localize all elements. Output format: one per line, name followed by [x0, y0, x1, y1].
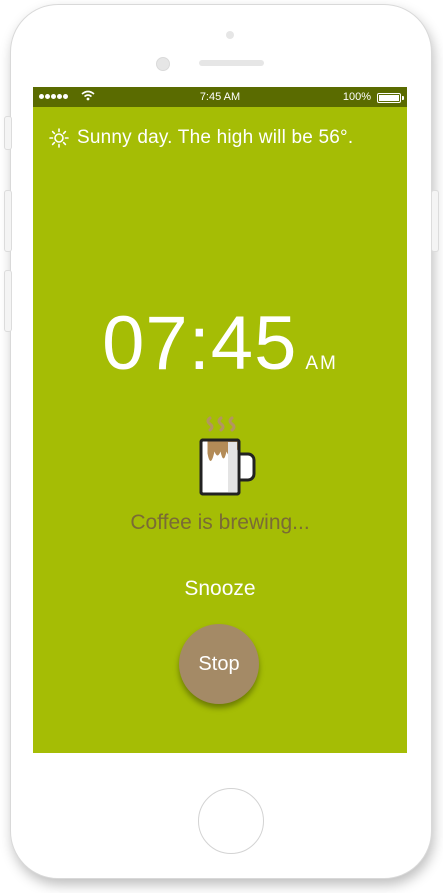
- front-sensor: [226, 31, 234, 39]
- coffee-mug-icon: [196, 412, 258, 503]
- alarm-time: 07:45: [102, 301, 298, 386]
- home-button[interactable]: [198, 788, 264, 854]
- battery-icon: [377, 93, 401, 103]
- alarm-screen: 7:45 AM 100% Sunny day. The high will be…: [33, 87, 407, 753]
- stop-button-label: Stop: [198, 652, 240, 675]
- weather-text: Sunny day. The high will be 56°.: [77, 127, 354, 148]
- volume-up-button: [4, 190, 12, 252]
- battery-percentage: 100%: [342, 91, 371, 103]
- weather-forecast: Sunny day. The high will be 56°.: [49, 127, 353, 149]
- alarm-period: AM: [305, 353, 338, 374]
- earpiece-speaker: [199, 60, 264, 66]
- brewing-status: Coffee is brewing...: [130, 511, 310, 534]
- status-bar: 7:45 AM 100%: [33, 87, 407, 107]
- front-camera: [156, 57, 170, 71]
- sun-icon: [49, 128, 69, 148]
- mute-switch: [4, 116, 12, 150]
- volume-down-button: [4, 270, 12, 332]
- alarm-clock: 07:45 AM: [33, 300, 407, 387]
- stop-button[interactable]: Stop: [179, 624, 259, 704]
- battery-cap: [402, 96, 404, 100]
- power-button: [431, 190, 439, 252]
- snooze-button[interactable]: Snooze: [170, 574, 270, 604]
